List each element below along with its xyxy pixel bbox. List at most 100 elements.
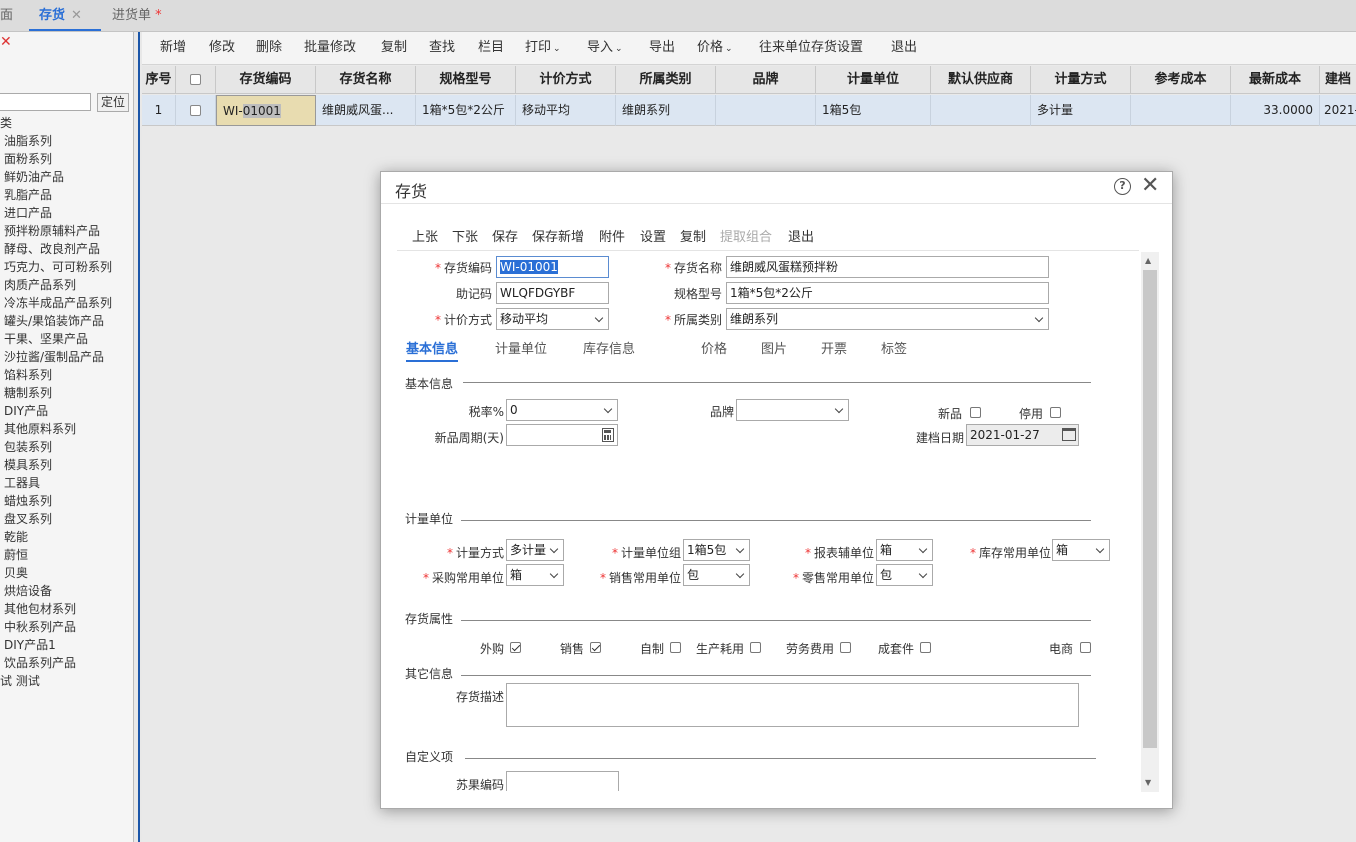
tree-item[interactable]: 盘叉系列 [0,510,134,528]
report-unit-select[interactable]: 箱 [876,539,933,561]
tree-item[interactable]: DIY产品1 [0,636,134,654]
tree-item[interactable]: 贝奥 [0,564,134,582]
export-button[interactable]: 导出 [649,32,675,65]
exit-button[interactable]: 退出 [891,32,917,65]
tree-item[interactable]: 糖制系列 [0,384,134,402]
attr-sales-checkbox[interactable] [590,642,601,653]
add-button[interactable]: 新增 [160,32,186,65]
col-brand[interactable]: 品牌 [716,66,816,94]
tab-price[interactable]: 价格 [701,338,727,357]
attr-service-checkbox[interactable] [840,642,851,653]
attachment-button[interactable]: 附件 [599,226,625,245]
find-button[interactable]: 查找 [429,32,455,65]
unit-group-select[interactable]: 1箱5包 [683,539,750,561]
stock-unit-select[interactable]: 箱 [1052,539,1110,561]
tree-item[interactable]: 工器具 [0,474,134,492]
locate-button[interactable]: 定位 [97,93,129,112]
col-pricing[interactable]: 计价方式 [516,66,616,94]
tree-item[interactable]: 鲜奶油产品 [0,168,134,186]
col-created[interactable]: 建档 [1320,66,1356,94]
save-new-button[interactable]: 保存新增 [532,226,584,245]
delete-button[interactable]: 删除 [256,32,282,65]
copy-button[interactable]: 复制 [381,32,407,65]
tab-units[interactable]: 计量单位 [495,338,547,357]
tree-item[interactable]: 蜡烛系列 [0,492,134,510]
tree-item[interactable]: 冷冻半成品产品系列 [0,294,134,312]
exit-button[interactable]: 退出 [788,226,814,245]
row-checkbox[interactable] [190,105,201,116]
help-icon[interactable]: ? [1114,178,1131,195]
attr-kit-checkbox[interactable] [920,642,931,653]
col-select[interactable] [176,66,216,94]
tab-close-icon[interactable]: ✕ [71,8,82,23]
tab-stock-info[interactable]: 库存信息 [583,338,635,357]
sales-unit-select[interactable]: 包 [683,564,750,586]
scroll-thumb[interactable] [1143,270,1157,748]
tree-item[interactable]: 罐头/果馅装饰产品 [0,312,134,330]
cell-code[interactable]: WI-01001 [216,95,316,126]
col-ref-cost[interactable]: 参考成本 [1131,66,1231,94]
columns-button[interactable]: 栏目 [478,32,504,65]
attr-selfmade-checkbox[interactable] [670,642,681,653]
scroll-up-icon[interactable]: ▲ [1145,256,1151,265]
col-seq[interactable]: 序号 [142,66,176,94]
mnemonic-input[interactable]: WLQFDGYBF [496,282,609,304]
dialog-scrollbar[interactable]: ▲ ▼ [1141,252,1159,792]
table-row[interactable]: 1 WI-01001 维朗威风蛋... 1箱*5包*2公斤 移动平均 维朗系列 … [142,95,1356,126]
extract-combo-button[interactable]: 提取组合 [720,226,772,245]
next-record-button[interactable]: 下张 [452,226,478,245]
category-search-input[interactable] [0,93,91,111]
tree-item[interactable]: 肉质产品系列 [0,276,134,294]
tree-item[interactable]: 酵母、改良剂产品 [0,240,134,258]
tree-item[interactable]: 其他包材系列 [0,600,134,618]
code-input[interactable]: WI-01001 [496,256,609,278]
tree-item[interactable]: 中秋系列产品 [0,618,134,636]
tree-item[interactable]: 蔚恒 [0,546,134,564]
col-category[interactable]: 所属类别 [616,66,716,94]
tree-item[interactable]: 类 [0,114,134,132]
measure-select[interactable]: 多计量 [506,539,564,561]
brand-select[interactable] [736,399,849,421]
close-icon[interactable]: ✕ [0,35,12,49]
tree-item[interactable]: 预拌粉原辅料产品 [0,222,134,240]
col-supplier[interactable]: 默认供应商 [931,66,1031,94]
new-checkbox[interactable] [970,407,981,418]
tab-images[interactable]: 图片 [761,338,787,357]
attr-ecommerce-checkbox[interactable] [1080,642,1091,653]
batch-edit-button[interactable]: 批量修改 [304,32,356,65]
tree-item[interactable]: 干果、坚果产品 [0,330,134,348]
description-textarea[interactable] [506,683,1079,727]
print-button[interactable]: 打印 ⌄ [525,32,561,65]
tax-select[interactable]: 0 [506,399,618,421]
tab-inventory[interactable]: 存货 ✕ [29,0,101,31]
pricing-select[interactable]: 移动平均 [496,308,609,330]
col-spec[interactable]: 规格型号 [416,66,516,94]
cell-select[interactable] [176,95,216,126]
stop-checkbox[interactable] [1050,407,1061,418]
tab-basic-info[interactable]: 基本信息 [406,338,459,362]
calendar-icon[interactable] [1062,428,1076,441]
attr-purchased-checkbox[interactable] [510,642,521,653]
edit-button[interactable]: 修改 [209,32,235,65]
price-button[interactable]: 价格 ⌄ [697,32,733,65]
scroll-down-icon[interactable]: ▼ [1145,778,1151,787]
settings-button[interactable]: 设置 [640,226,666,245]
tree-item[interactable]: 试 测试 [0,672,134,690]
tab-invoice[interactable]: 开票 [821,338,847,357]
retail-unit-select[interactable]: 包 [876,564,933,586]
save-button[interactable]: 保存 [492,226,518,245]
tree-item[interactable]: 进口产品 [0,204,134,222]
calculator-icon[interactable] [602,428,614,442]
import-button[interactable]: 导入 ⌄ [587,32,623,65]
tree-item[interactable]: 巧克力、可可粉系列 [0,258,134,276]
select-all-checkbox[interactable] [190,74,201,85]
tree-item[interactable]: 乳脂产品 [0,186,134,204]
attr-production-checkbox[interactable] [750,642,761,653]
spec-input[interactable]: 1箱*5包*2公斤 [726,282,1049,304]
tree-item[interactable]: 面粉系列 [0,150,134,168]
tab-labels[interactable]: 标签 [881,338,907,357]
col-measure[interactable]: 计量方式 [1031,66,1131,94]
tree-item[interactable]: 乾能 [0,528,134,546]
partner-settings-button[interactable]: 往来单位存货设置 [759,32,863,65]
name-input[interactable]: 维朗威风蛋糕预拌粉 [726,256,1049,278]
